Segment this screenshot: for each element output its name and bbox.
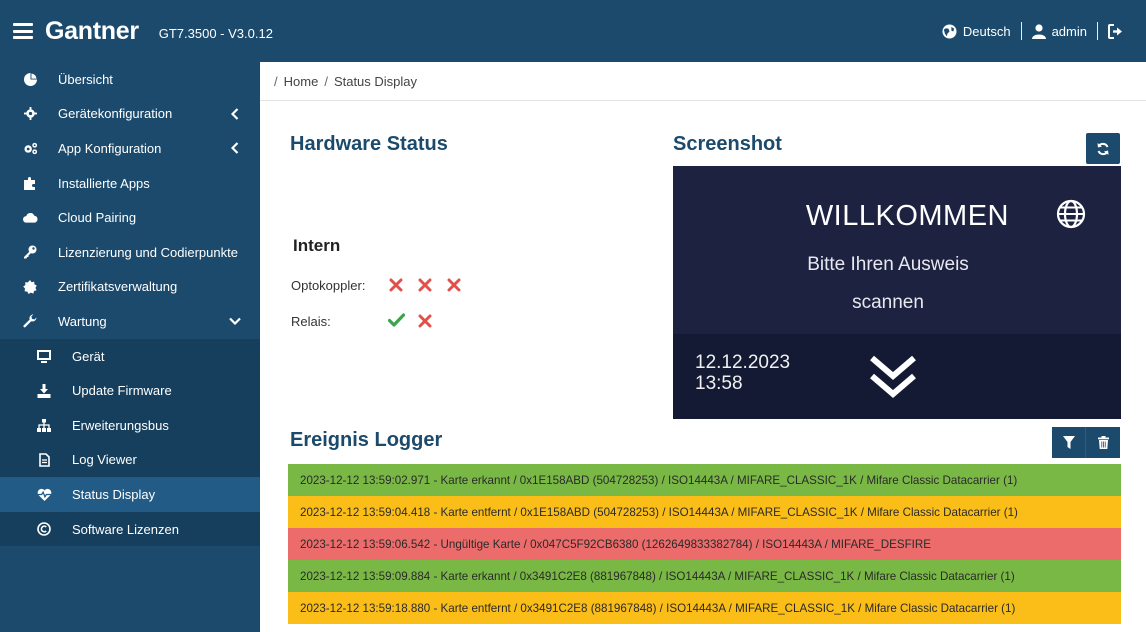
sidebar-item-label: Zertifikatsverwaltung [58, 279, 178, 295]
puzzle-icon [22, 175, 38, 191]
refresh-icon [1097, 142, 1109, 155]
screen-prompt: Bitte Ihren Ausweis scannen [763, 246, 1013, 322]
screen-welcome-text: WILLKOMMEN [805, 200, 1009, 232]
log-entry: 2023-12-12 13:59:04.418 - Karte entfernt… [288, 496, 1121, 528]
sidebar-item-log-viewer[interactable]: Log Viewer [0, 443, 260, 478]
top-bar: Gantner GT7.3500 - V3.0.12 Deutsch admin [0, 0, 1146, 62]
logout-button[interactable] [1108, 23, 1124, 39]
filter-button[interactable] [1052, 427, 1086, 458]
optokoppler-label: Optokoppler: [291, 278, 366, 293]
brand-logo: Gantner [45, 16, 139, 45]
language-selector[interactable]: Deutsch [942, 24, 1011, 39]
device-screenshot: WILLKOMMEN Bitte Ihren Ausweis scannen 1… [673, 166, 1121, 419]
log-entry: 2023-12-12 13:59:02.971 - Karte erkannt … [288, 464, 1121, 496]
sidebar-item-app-konfiguration[interactable]: App Konfiguration [0, 131, 260, 166]
download-icon [36, 383, 52, 399]
key-icon [22, 244, 38, 260]
sidebar-item-uebersicht[interactable]: Übersicht [0, 62, 260, 97]
sidebar-item-label: Wartung [58, 313, 107, 329]
sidebar-item-label: Gerät [72, 348, 105, 364]
sidebar-item-geraet[interactable]: Gerät [0, 339, 260, 374]
certificate-icon [22, 279, 38, 295]
sidebar-item-erweiterungsbus[interactable]: Erweiterungsbus [0, 408, 260, 443]
sidebar-item-status-display[interactable]: Status Display [0, 477, 260, 512]
optokoppler-2-off-icon [418, 278, 432, 292]
screen-prompt-line1: Bitte Ihren Ausweis [807, 254, 969, 275]
relais-2-off-icon [418, 314, 432, 328]
chevron-down-icon [228, 314, 242, 328]
sidebar-item-installierte-apps[interactable]: Installierte Apps [0, 166, 260, 201]
chevron-left-icon [228, 141, 242, 155]
breadcrumb-home-link[interactable]: Home [284, 74, 319, 89]
firmware-version: GT7.3500 - V3.0.12 [158, 25, 273, 41]
cogs-icon [22, 140, 38, 156]
optokoppler-1-off-icon [389, 278, 403, 292]
relais-1-on-icon [388, 313, 405, 327]
optokoppler-3-off-icon [447, 278, 461, 292]
user-label: admin [1051, 23, 1087, 39]
logout-icon [1108, 23, 1122, 39]
sidebar-item-zertifikatsverwaltung[interactable]: Zertifikatsverwaltung [0, 270, 260, 305]
screen-time: 13:58 [695, 373, 743, 394]
relais-label: Relais: [291, 314, 331, 329]
user-menu[interactable]: admin [1031, 23, 1087, 39]
sidebar-item-lizenzierung[interactable]: Lizenzierung und Codierpunkte [0, 235, 260, 270]
pie-chart-icon [22, 71, 38, 87]
copyright-icon [36, 521, 52, 537]
sidebar-item-software-lizenzen[interactable]: Software Lizenzen [0, 512, 260, 547]
log-entry: 2023-12-12 13:59:09.884 - Karte erkannt … [288, 560, 1121, 592]
sidebar-item-label: Software Lizenzen [72, 521, 179, 537]
screen-datetime: 12.12.2023 13:58 [695, 352, 790, 394]
sidebar-item-label: Update Firmware [72, 383, 172, 399]
sidebar-item-wartung[interactable]: Wartung [0, 304, 260, 339]
wrench-icon [22, 313, 38, 329]
event-log-list: 2023-12-12 13:59:02.971 - Karte erkannt … [288, 464, 1121, 624]
wartung-submenu: Gerät Update Firmware Erweiterungsbus Lo… [0, 338, 260, 547]
intern-title: Intern [293, 236, 341, 255]
filter-icon [1062, 436, 1075, 449]
clear-log-button[interactable] [1086, 427, 1120, 458]
language-label: Deutsch [962, 23, 1011, 39]
menu-toggle-icon[interactable] [13, 23, 33, 39]
breadcrumb-current: Status Display [333, 73, 418, 89]
sidebar-item-label: Cloud Pairing [58, 210, 137, 226]
double-chevron-down-icon [870, 355, 916, 398]
sitemap-icon [36, 417, 52, 433]
screen-date: 12.12.2023 [695, 352, 791, 373]
sidebar-item-label: Status Display [72, 486, 156, 502]
sidebar-item-label: Log Viewer [72, 452, 137, 468]
sidebar-item-label: Installierte Apps [58, 175, 150, 191]
log-entry: 2023-12-12 13:59:06.542 - Ungültige Kart… [288, 528, 1121, 560]
log-entry: 2023-12-12 13:59:18.880 - Karte entfernt… [288, 592, 1121, 624]
sidebar-item-cloud-pairing[interactable]: Cloud Pairing [0, 200, 260, 235]
screenshot-title: Screenshot [673, 133, 782, 155]
chevron-left-icon [228, 107, 242, 121]
breadcrumb: / Home / Status Display [260, 62, 1146, 101]
sidebar-item-label: Gerätekonfiguration [58, 106, 173, 122]
file-text-icon [36, 452, 52, 468]
sidebar: Übersicht Gerätekonfiguration App Konfig… [0, 62, 260, 632]
sidebar-item-label: Erweiterungsbus [72, 417, 169, 433]
trash-icon [1097, 436, 1109, 449]
cog-icon [22, 106, 38, 122]
screen-prompt-line2: scannen [852, 292, 924, 313]
refresh-screenshot-button[interactable] [1086, 133, 1120, 164]
monitor-icon [36, 348, 52, 364]
globe-icon [1056, 199, 1086, 229]
sidebar-item-update-firmware[interactable]: Update Firmware [0, 373, 260, 408]
hardware-status-title: Hardware Status [290, 133, 448, 155]
cloud-icon [22, 210, 38, 226]
event-logger-title: Ereignis Logger [290, 429, 443, 451]
sidebar-item-label: Lizenzierung und Codierpunkte [58, 244, 238, 260]
user-icon [1031, 23, 1046, 39]
sidebar-item-geraetekonfiguration[interactable]: Gerätekonfiguration [0, 97, 260, 132]
sidebar-item-label: App Konfiguration [58, 140, 162, 156]
heartbeat-icon [36, 486, 52, 502]
globe-icon [942, 23, 957, 39]
sidebar-item-label: Übersicht [58, 71, 113, 87]
